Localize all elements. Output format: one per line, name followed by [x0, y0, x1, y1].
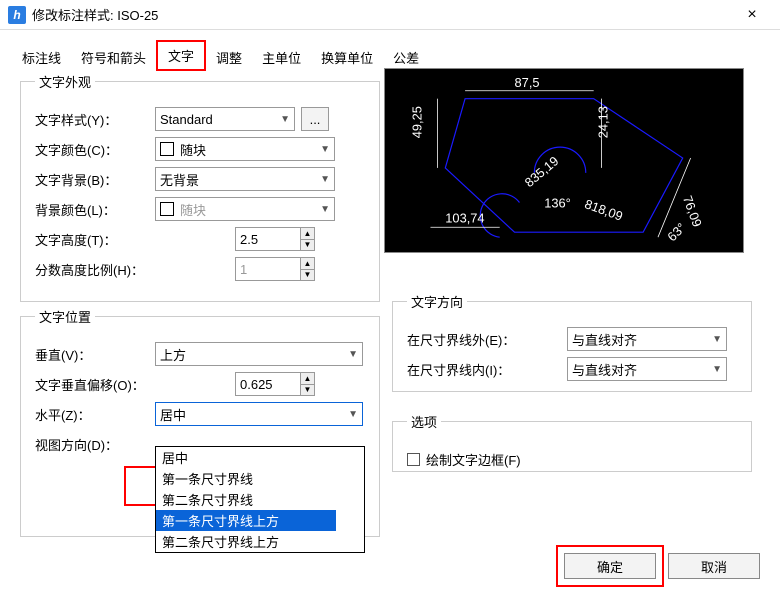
preview-dim-7: 818,09 — [583, 196, 625, 224]
tab-bar: 标注线 符号和箭头 文字 调整 主单位 换算单位 公差 — [0, 30, 780, 71]
app-icon: h — [8, 6, 26, 24]
select-text-color-value: 随块 — [180, 140, 206, 159]
checkbox-text-frame-label: 绘制文字边框(F) — [426, 450, 521, 469]
chevron-down-icon: ▼ — [280, 114, 290, 125]
select-outside[interactable]: 与直线对齐 ▼ — [567, 327, 727, 351]
checkbox-box-icon — [407, 453, 420, 466]
button-text-style-browse[interactable]: ... — [301, 107, 329, 131]
tab-dimline[interactable]: 标注线 — [12, 44, 71, 71]
label-text-height: 文字高度(T)： — [35, 230, 155, 249]
chevron-down-icon: ▼ — [348, 409, 358, 420]
preview-dim-5: 835,19 — [522, 153, 562, 190]
tab-text[interactable]: 文字 — [156, 40, 206, 71]
select-text-style[interactable]: Standard ▼ — [155, 107, 295, 131]
label-fraction-height: 分数高度比例(H)： — [35, 260, 175, 279]
label-inside: 在尺寸界线内(I)： — [407, 360, 567, 379]
preview-panel: 87,5 49,25 24,13 76,09 835,19 136° 818,0… — [384, 68, 744, 253]
chevron-down-icon: ▼ — [348, 349, 358, 360]
select-vertical-value: 上方 — [160, 345, 186, 364]
option-ext1[interactable]: 第一条尺寸界线 — [156, 468, 364, 489]
preview-dim-8: 103,74 — [445, 210, 484, 225]
select-inside-value: 与直线对齐 — [572, 360, 637, 379]
group-text-position-title: 文字位置 — [35, 307, 95, 326]
color-swatch-icon — [160, 142, 174, 156]
spin-up-icon[interactable]: ▲ — [300, 228, 314, 240]
select-text-style-value: Standard — [160, 112, 213, 127]
select-bg-color-value: 随块 — [180, 200, 206, 219]
color-swatch-icon — [160, 202, 174, 216]
preview-dim-2: 49,25 — [410, 106, 425, 138]
close-button[interactable]: × — [732, 6, 772, 24]
option-ext2[interactable]: 第二条尺寸界线 — [156, 489, 364, 510]
footer-buttons: 确定 取消 — [564, 553, 760, 579]
chevron-down-icon: ▼ — [712, 364, 722, 375]
chevron-down-icon: ▼ — [712, 334, 722, 345]
label-text-bg: 文字背景(B)： — [35, 170, 155, 189]
label-text-style: 文字样式(Y)： — [35, 110, 155, 129]
spin-up-icon[interactable]: ▲ — [300, 373, 314, 385]
label-outside: 在尺寸界线外(E)： — [407, 330, 567, 349]
group-options: 选项 绘制文字边框(F) — [392, 412, 752, 472]
spin-down-icon: ▼ — [300, 270, 314, 281]
ok-button[interactable]: 确定 — [564, 553, 656, 579]
label-view-direction: 视图方向(D)： — [35, 435, 155, 454]
chevron-down-icon: ▼ — [320, 204, 330, 215]
tab-primary[interactable]: 主单位 — [252, 44, 311, 71]
select-inside[interactable]: 与直线对齐 ▼ — [567, 357, 727, 381]
preview-dim-9: 63° — [664, 220, 688, 244]
label-bg-color: 背景颜色(L)： — [35, 200, 155, 219]
option-center[interactable]: 居中 — [156, 447, 364, 468]
chevron-down-icon: ▼ — [320, 144, 330, 155]
preview-dim-1: 87,5 — [515, 75, 540, 90]
tab-tolerance[interactable]: 公差 — [383, 44, 429, 71]
label-offset: 文字垂直偏移(O)： — [35, 375, 175, 394]
cancel-button[interactable]: 取消 — [668, 553, 760, 579]
select-text-bg[interactable]: 无背景 ▼ — [155, 167, 335, 191]
group-text-appearance-title: 文字外观 — [35, 72, 95, 91]
titlebar: h 修改标注样式: ISO-25 × — [0, 0, 780, 30]
checkbox-text-frame[interactable]: 绘制文字边框(F) — [407, 450, 521, 469]
preview-dim-6: 136° — [544, 195, 571, 210]
preview-dim-3: 24,13 — [596, 106, 611, 138]
option-ext2-above[interactable]: 第二条尺寸界线上方 — [156, 531, 364, 552]
group-text-direction: 文字方向 在尺寸界线外(E)： 与直线对齐 ▼ 在尺寸界线内(I)： 与直线对齐… — [392, 292, 752, 392]
select-vertical[interactable]: 上方 ▼ — [155, 342, 363, 366]
group-options-title: 选项 — [407, 412, 441, 431]
group-text-direction-title: 文字方向 — [407, 292, 467, 311]
dropdown-horizontal-list[interactable]: 居中 第一条尺寸界线 第二条尺寸界线 第一条尺寸界线上方 第二条尺寸界线上方 — [155, 446, 365, 553]
select-horizontal[interactable]: 居中 ▼ — [155, 402, 363, 426]
select-bg-color: 随块 ▼ — [155, 197, 335, 221]
spin-down-icon[interactable]: ▼ — [300, 240, 314, 251]
group-text-appearance: 文字外观 文字样式(Y)： Standard ▼ ... 文字颜色(C)： 随块… — [20, 72, 380, 302]
tab-alternate[interactable]: 换算单位 — [311, 44, 383, 71]
label-text-color: 文字颜色(C)： — [35, 140, 155, 159]
window-title: 修改标注样式: ISO-25 — [32, 5, 732, 24]
select-horizontal-value: 居中 — [160, 405, 186, 424]
select-text-color[interactable]: 随块 ▼ — [155, 137, 335, 161]
option-ext1-above[interactable]: 第一条尺寸界线上方 — [156, 510, 336, 531]
label-vertical: 垂直(V)： — [35, 345, 155, 364]
chevron-down-icon: ▼ — [320, 174, 330, 185]
spin-down-icon[interactable]: ▼ — [300, 385, 314, 396]
preview-dim-4: 76,09 — [680, 193, 705, 228]
tab-adjust[interactable]: 调整 — [206, 44, 252, 71]
select-outside-value: 与直线对齐 — [572, 330, 637, 349]
tab-symbols[interactable]: 符号和箭头 — [71, 44, 156, 71]
select-text-bg-value: 无背景 — [160, 170, 199, 189]
label-horizontal: 水平(Z)： — [35, 405, 155, 424]
spin-up-icon: ▲ — [300, 258, 314, 270]
